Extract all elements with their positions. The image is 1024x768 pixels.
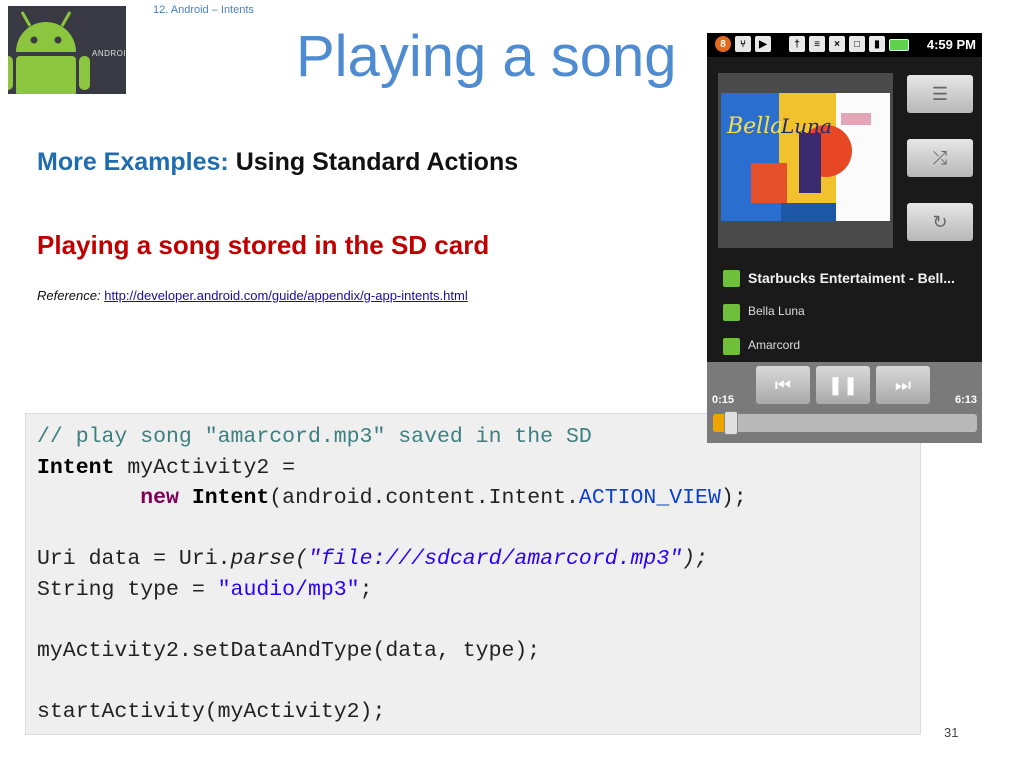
track-album: Bella Luna — [748, 304, 805, 318]
code-text: myActivity2 = — [114, 455, 296, 480]
play-icon: ▶ — [755, 36, 771, 52]
repeat-button[interactable]: ↻ — [907, 203, 973, 241]
section-heading: Playing a song stored in the SD card — [37, 230, 490, 260]
shuffle-icon: ⤮ — [932, 147, 948, 168]
code-string: "audio/mp3" — [217, 577, 360, 602]
svg-text:Luna: Luna — [780, 114, 832, 138]
code-comment: // play song "amarcord.mp3" saved in the… — [37, 425, 592, 449]
repeat-icon: ↻ — [932, 211, 948, 232]
album-art: Bella Luna — [721, 93, 890, 221]
code-text: (android.content.Intent. — [269, 486, 579, 511]
code-text: ; — [359, 577, 373, 602]
page-number: 31 — [944, 725, 959, 740]
track-song: Amarcord — [748, 338, 801, 352]
music-player: Bella Luna ☰ ⤮ ↻ Starbucks Entertaiment … — [707, 57, 982, 362]
time-elapsed: 0:15 — [712, 394, 735, 406]
code-method: parse( — [230, 547, 308, 572]
code-text: Uri data = Uri. — [37, 547, 231, 572]
track-album-row: Bella Luna — [707, 295, 982, 329]
album-art-frame: Bella Luna — [718, 73, 893, 248]
notification-count-icon: 8 — [715, 36, 731, 52]
pause-button[interactable]: ❚❚ — [816, 366, 870, 404]
pause-icon: ❚❚ — [827, 374, 859, 395]
next-button[interactable]: ⏭ — [876, 366, 930, 404]
code-text: ); — [682, 547, 708, 572]
previous-button[interactable]: ⏮ — [756, 366, 810, 404]
code-text: ); — [720, 486, 747, 511]
album-icon — [723, 304, 740, 321]
playback-controls: ⏮ ❚❚ ⏭ 0:15 6:13 — [707, 362, 982, 443]
code-block: // play song "amarcord.mp3" saved in the… — [25, 413, 921, 735]
track-artist-row: Starbucks Entertaiment - Bell... — [707, 261, 982, 295]
svg-text:Bella: Bella — [726, 114, 783, 139]
seek-thumb[interactable] — [724, 411, 738, 435]
music-note-icon — [723, 338, 740, 355]
code-keyword: Intent — [191, 486, 270, 511]
signal-icon: ▮ — [869, 36, 885, 52]
track-song-row: Amarcord — [707, 329, 982, 363]
playlist-icon: ☰ — [931, 83, 949, 104]
code-line: startActivity(myActivity2); — [37, 700, 386, 725]
reference: Reference: http://developer.android.com/… — [37, 288, 468, 303]
microphone-icon — [723, 270, 740, 287]
code-text: String type = — [37, 577, 218, 602]
phone-screenshot: 8 ⑂ ▶ † ≡ × □ ▮ 4:59 PM Bella Luna ☰ ⤮ ↻… — [707, 33, 982, 443]
subheading: More Examples: Using Standard Actions — [37, 146, 518, 178]
code-line: myActivity2.setDataAndType(data, type); — [37, 639, 541, 664]
bluetooth-icon: † — [789, 36, 805, 52]
code-constant: ACTION_VIEW — [578, 486, 721, 511]
status-time: 4:59 PM — [926, 37, 976, 52]
previous-icon: ⏮ — [774, 374, 792, 395]
reference-link[interactable]: http://developer.android.com/guide/appen… — [104, 288, 468, 303]
playlist-button[interactable]: ☰ — [907, 75, 973, 113]
subheading-text: Using Standard Actions — [228, 148, 519, 176]
subheading-label: More Examples: — [37, 148, 229, 176]
android-logo: ANDROID — [8, 6, 126, 94]
breadcrumb: 12. Android – Intents — [153, 4, 254, 16]
code-keyword: Intent — [37, 455, 115, 480]
status-bar: 8 ⑂ ▶ † ≡ × □ ▮ 4:59 PM — [707, 33, 982, 57]
track-artist: Starbucks Entertaiment - Bell... — [748, 270, 955, 286]
wifi-icon: ≡ — [809, 36, 825, 52]
slide-title: Playing a song — [296, 24, 677, 89]
usb-icon: ⑂ — [735, 36, 751, 52]
seek-bar[interactable] — [713, 411, 977, 435]
logo-text: ANDROID — [92, 49, 126, 58]
mute-icon: × — [829, 36, 845, 52]
vibrate-icon: □ — [849, 36, 865, 52]
code-string: "file:///sdcard/amarcord.mp3" — [307, 547, 683, 572]
time-total: 6:13 — [954, 394, 977, 406]
shuffle-button[interactable]: ⤮ — [907, 139, 973, 177]
battery-icon — [889, 39, 909, 51]
next-icon: ⏭ — [894, 374, 912, 395]
code-new-keyword: new — [140, 486, 179, 511]
reference-label: Reference: — [37, 288, 101, 303]
